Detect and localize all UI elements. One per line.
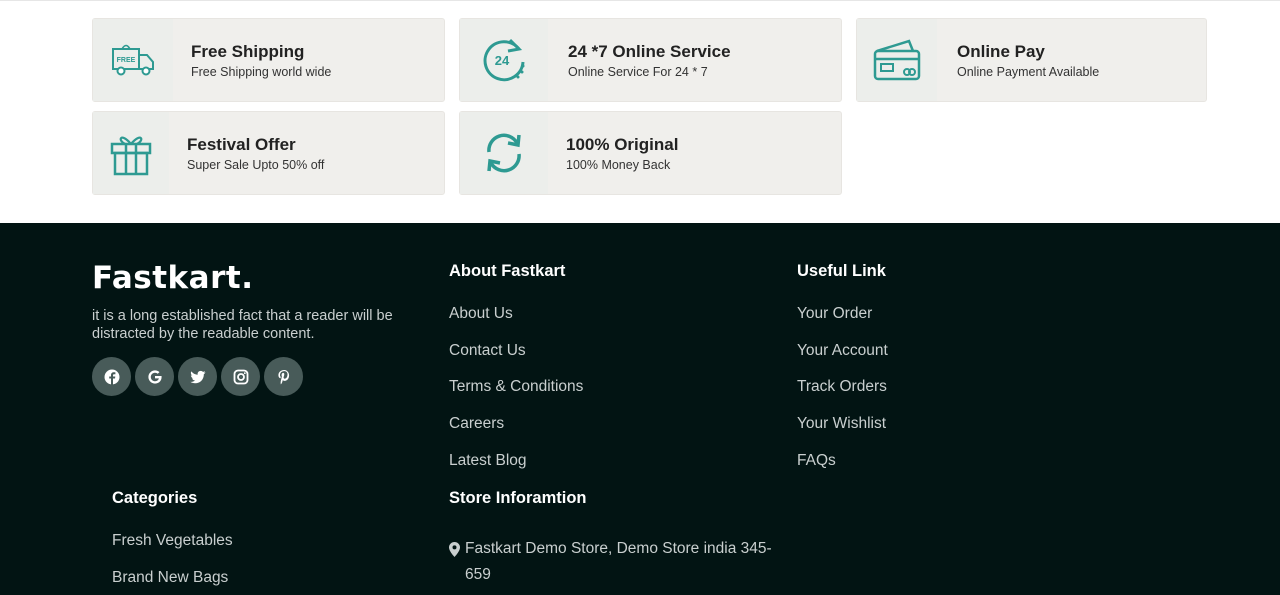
service-subtitle: Super Sale Upto 50% off [187,157,325,172]
useful-heading: Useful Link [797,262,886,280]
service-title: 100% Original [566,134,679,154]
service-subtitle: 100% Money Back [566,157,671,172]
service-card-online-service: 24 24 *7 Online Service Online Service F… [459,18,842,102]
pinterest-icon[interactable] [264,357,303,396]
svg-text:24: 24 [495,53,510,68]
service-title: 24 *7 Online Service [568,41,731,61]
service-title: Festival Offer [187,134,296,154]
instagram-icon[interactable] [221,357,260,396]
footer-link-about-us[interactable]: About Us [449,305,513,323]
categories-heading: Categories [112,489,198,507]
footer-link-careers[interactable]: Careers [449,415,504,433]
footer-logo[interactable]: Fastkart. [92,260,253,296]
service-card-festival-offer: Festival Offer Super Sale Upto 50% off [92,111,445,195]
service-subtitle: Free Shipping world wide [191,64,332,79]
service-card-free-shipping: FREE Free Shipping Free Shipping world w… [92,18,445,102]
twitter-icon[interactable] [178,357,217,396]
footer-link-faqs[interactable]: FAQs [797,452,836,470]
clock-24-icon: 24 [460,19,548,101]
service-subtitle: Online Service For 24 * 7 [568,64,708,79]
footer-link-your-order[interactable]: Your Order [797,305,872,323]
footer-link-contact-us[interactable]: Contact Us [449,342,526,360]
service-card-online-pay: Online Pay Online Payment Available [856,18,1207,102]
truck-icon: FREE [93,19,173,101]
footer-link-wishlist[interactable]: Your Wishlist [797,415,886,433]
footer: Fastkart. it is a long established fact … [0,223,1280,595]
svg-text:FREE: FREE [117,57,136,64]
category-link-fresh-vegetables[interactable]: Fresh Vegetables [112,532,233,550]
footer-link-latest-blog[interactable]: Latest Blog [449,452,527,470]
service-title: Free Shipping [191,41,305,61]
google-icon[interactable] [135,357,174,396]
card-icon [857,19,937,101]
service-subtitle: Online Payment Available [957,64,1100,79]
footer-link-terms[interactable]: Terms & Conditions [449,378,583,396]
store-address: Fastkart Demo Store, Demo Store india 34… [449,536,779,588]
store-heading: Store Inforamtion [449,489,587,507]
social-links [92,357,303,396]
service-title: Online Pay [957,41,1045,61]
category-link-brand-new-bags[interactable]: Brand New Bags [112,569,228,587]
store-address-text: Fastkart Demo Store, Demo Store india 34… [465,540,772,583]
about-heading: About Fastkart [449,262,566,280]
facebook-icon[interactable] [92,357,131,396]
gift-icon [93,112,169,194]
footer-description: it is a long established fact that a rea… [92,308,393,342]
top-divider [0,0,1280,1]
map-pin-icon [449,536,465,588]
footer-link-your-account[interactable]: Your Account [797,342,888,360]
refresh-icon [460,112,548,194]
footer-link-track-orders[interactable]: Track Orders [797,378,887,396]
service-card-original: 100% Original 100% Money Back [459,111,842,195]
